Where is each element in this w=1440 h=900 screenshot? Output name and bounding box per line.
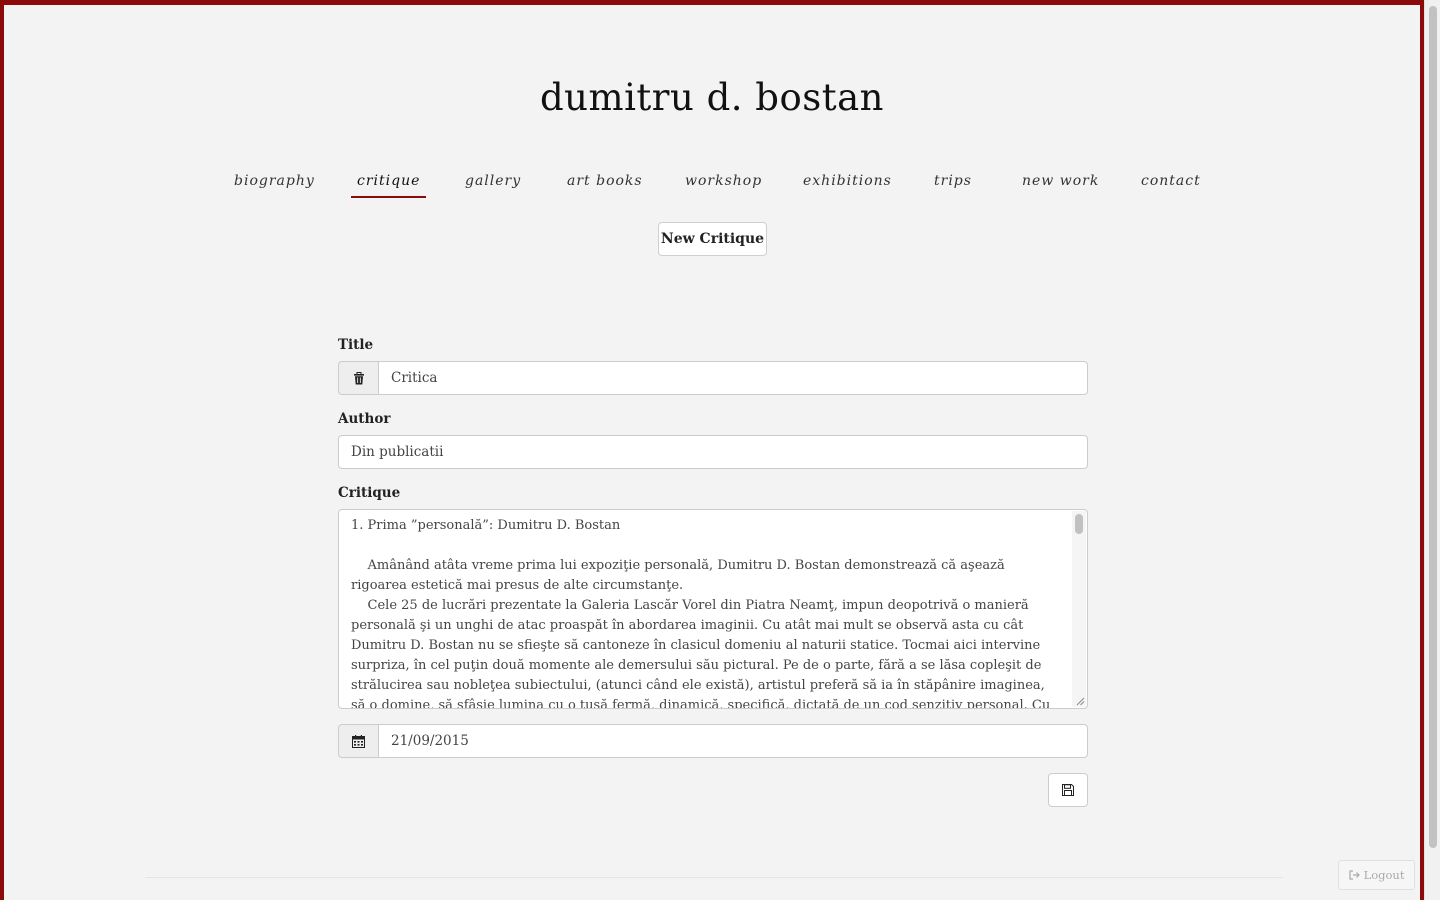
logout-button[interactable]: Logout bbox=[1338, 860, 1415, 890]
resize-grip-icon[interactable] bbox=[1075, 696, 1085, 706]
page-scrollbar[interactable] bbox=[1424, 0, 1440, 900]
nav-item-workshop[interactable]: workshop bbox=[679, 170, 768, 196]
date-input[interactable]: 21/09/2015 bbox=[378, 724, 1088, 758]
logout-label: Logout bbox=[1363, 868, 1405, 882]
critique-label: Critique bbox=[338, 485, 401, 501]
site-title: dumitru d. bostan bbox=[540, 76, 884, 119]
title-label: Title bbox=[338, 337, 374, 353]
title-input[interactable]: Critica bbox=[378, 361, 1088, 395]
date-addon[interactable] bbox=[338, 724, 378, 758]
date-input-group: 21/09/2015 bbox=[338, 724, 1088, 758]
footer-divider bbox=[145, 877, 1283, 878]
critique-line: Cele 25 de lucrări prezentate la Galeria… bbox=[351, 598, 1051, 709]
title-addon[interactable] bbox=[338, 361, 378, 395]
nav-item-gallery[interactable]: gallery bbox=[459, 170, 527, 196]
critique-line: 1. Prima ”personală”: Dumitru D. Bostan bbox=[351, 518, 621, 533]
calendar-icon[interactable] bbox=[352, 734, 365, 748]
textarea-scrollbar[interactable] bbox=[1072, 511, 1086, 707]
author-input[interactable]: Din publicatii bbox=[338, 435, 1088, 469]
page-scroll-thumb[interactable] bbox=[1429, 6, 1437, 848]
save-button[interactable] bbox=[1048, 773, 1088, 807]
critique-line: Amânând atâta vreme prima lui expoziţie … bbox=[351, 558, 1009, 593]
critique-textarea[interactable]: 1. Prima ”personală”: Dumitru D. Bostan … bbox=[338, 509, 1088, 709]
title-input-group: Critica bbox=[338, 361, 1088, 395]
nav-item-art-books[interactable]: art books bbox=[561, 170, 649, 196]
author-input-group: Din publicatii bbox=[338, 435, 1088, 469]
textarea-scroll-thumb[interactable] bbox=[1075, 514, 1083, 534]
nav-item-trips[interactable]: trips bbox=[928, 170, 978, 196]
author-label: Author bbox=[338, 411, 391, 427]
nav-item-exhibitions[interactable]: exhibitions bbox=[797, 170, 898, 196]
floppy-disk-icon bbox=[1062, 784, 1074, 796]
sign-out-icon bbox=[1348, 870, 1360, 880]
new-critique-button[interactable]: New Critique bbox=[658, 222, 767, 256]
main-nav: biography critique gallery art books wor… bbox=[0, 170, 1424, 200]
critique-text: 1. Prima ”personală”: Dumitru D. Bostan … bbox=[351, 516, 1061, 709]
trash-icon[interactable] bbox=[353, 371, 365, 385]
nav-item-critique[interactable]: critique bbox=[351, 170, 427, 198]
nav-item-contact[interactable]: contact bbox=[1135, 170, 1207, 196]
nav-item-biography[interactable]: biography bbox=[228, 170, 321, 196]
nav-item-new-work[interactable]: new work bbox=[1016, 170, 1105, 196]
critique-line bbox=[351, 536, 1061, 556]
